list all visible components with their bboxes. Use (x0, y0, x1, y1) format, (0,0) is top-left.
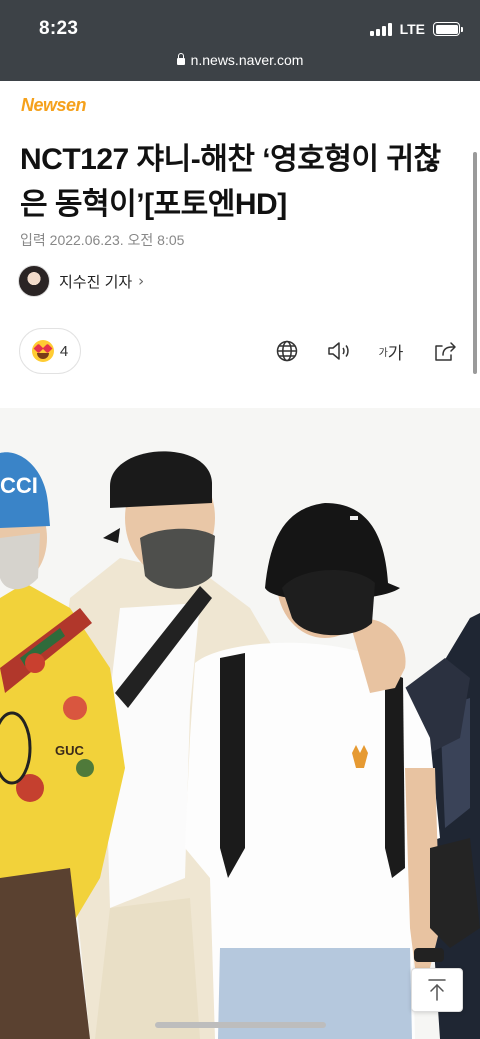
reporter-link[interactable]: 지수진 기자 › (18, 265, 144, 297)
reporter-name: 지수진 기자 (59, 273, 133, 291)
url-text: n.news.naver.com (190, 52, 304, 68)
article-toolbar: 가가 (0, 338, 480, 364)
font-size-icon[interactable]: 가가 (376, 338, 406, 364)
article-date: 입력 2022.06.23. 오전 8:05 (20, 230, 184, 250)
avatar (18, 265, 50, 297)
home-indicator[interactable] (155, 1022, 326, 1028)
article-title: NCT127 쟈니-해찬 ‘영호형이 귀찮은 동혁이’[포토엔HD] (20, 143, 441, 221)
arrow-up-icon (428, 979, 446, 1001)
article-photo: GUC CCI (0, 408, 480, 1039)
share-icon[interactable] (432, 338, 458, 364)
date-label: 입력 (20, 232, 46, 248)
shirt-print-text: GUC (55, 743, 85, 758)
signal-icon (369, 22, 392, 36)
lock-icon (176, 53, 185, 65)
photo-illustration: GUC CCI (0, 408, 480, 1039)
status-bar: 8:23 LTE n.news.naver.com (0, 0, 480, 81)
date-value: 2022.06.23. 오전 8:05 (49, 232, 185, 248)
status-indicators: LTE (369, 21, 463, 37)
font-size-small-label: 가 (378, 347, 388, 359)
cap-logo-text: CCI (0, 473, 38, 498)
battery-icon (433, 22, 463, 36)
network-label: LTE (399, 21, 425, 37)
publisher-logo-text: Newsen (21, 95, 87, 115)
address-bar[interactable]: n.news.naver.com (0, 52, 480, 68)
speaker-icon[interactable] (325, 338, 353, 364)
font-size-large-label: 가 (387, 343, 404, 363)
scrollbar[interactable] (473, 152, 477, 374)
scroll-to-top-button[interactable] (411, 968, 463, 1012)
chevron-right-icon: › (138, 272, 145, 290)
publisher-logo[interactable]: Newsen (21, 95, 87, 116)
status-time: 8:23 (39, 18, 79, 39)
globe-icon[interactable] (274, 338, 300, 364)
